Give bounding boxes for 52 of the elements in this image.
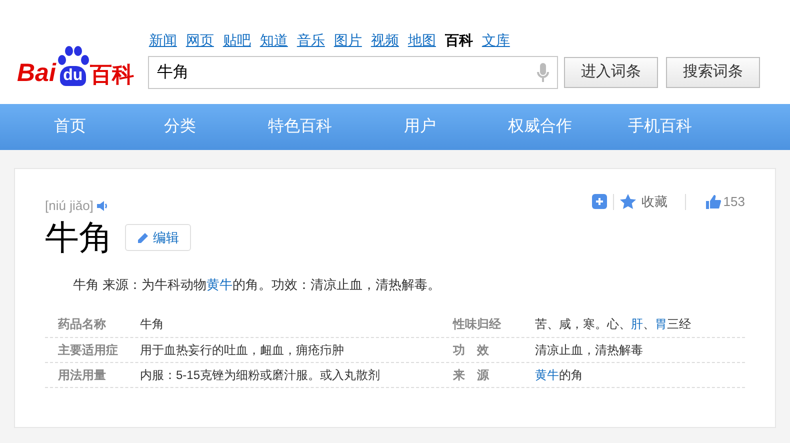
- info-label: 性味归经: [453, 316, 502, 333]
- entry-title: 牛角: [45, 218, 113, 258]
- search-field[interactable]: 牛角: [148, 56, 558, 89]
- info-value: 用于血热妄行的吐血，衄血，痈疮疖肿: [140, 342, 344, 356]
- summary-text: 牛角 来源：为牛科动物黄牛的角。功效：清凉止血，清热解毒。: [73, 276, 441, 292]
- thumbs-up-icon: [706, 194, 722, 209]
- top-link[interactable]: 百科: [444, 30, 473, 50]
- nav-item[interactable]: 首页: [20, 115, 120, 139]
- top-link[interactable]: 地图: [408, 30, 436, 50]
- edit-button[interactable]: 编辑: [125, 224, 191, 251]
- pencil-icon: [137, 232, 149, 244]
- info-label: 来 源: [453, 366, 490, 384]
- top-link[interactable]: 新闻: [148, 30, 177, 50]
- info-label: 用法用量: [57, 366, 107, 384]
- info-value: 苦、咸，寒。心、肝、胃三经: [535, 317, 691, 331]
- link[interactable]: 胃: [655, 317, 667, 331]
- top-link[interactable]: 图片: [334, 30, 362, 50]
- top-link[interactable]: 知道: [260, 30, 288, 50]
- favorite-button[interactable]: 收藏: [620, 192, 668, 212]
- link[interactable]: 肝: [631, 317, 643, 331]
- speaker-icon[interactable]: [97, 200, 108, 211]
- logo-text: Bai: [17, 61, 56, 86]
- info-label: 功 效: [453, 342, 490, 358]
- info-label: 药品名称: [57, 316, 107, 333]
- pinyin: [niú jiǎo]: [45, 197, 94, 215]
- paw-icon: [56, 46, 89, 68]
- nav-item[interactable]: 权威合作: [480, 115, 600, 139]
- search-button[interactable]: 进入词条: [564, 57, 658, 88]
- top-link[interactable]: 视频: [370, 30, 399, 50]
- info-value: 清凉止血，清热解毒: [535, 342, 643, 356]
- nav-item[interactable]: 用户: [360, 115, 480, 139]
- info-label: 主要适用症: [57, 342, 119, 358]
- link[interactable]: 黄牛: [206, 276, 233, 292]
- info-value: 内服：5-15克锉为细粉或磨汁服。或入丸散剂: [140, 368, 380, 382]
- top-link[interactable]: 网页: [186, 30, 214, 50]
- info-value: 牛角: [140, 317, 164, 331]
- nav-item[interactable]: 特色百科: [240, 115, 360, 139]
- top-link[interactable]: 音乐: [296, 30, 325, 50]
- logo-text: 百科: [90, 64, 134, 86]
- logo-text: du: [60, 66, 86, 86]
- info-value: 黄牛的角: [535, 368, 583, 382]
- add-icon[interactable]: [592, 194, 608, 210]
- search-button[interactable]: 搜索词条: [666, 57, 760, 88]
- top-link[interactable]: 文库: [482, 30, 510, 50]
- nav-item[interactable]: 手机百科: [600, 115, 720, 139]
- link[interactable]: 黄牛: [535, 368, 559, 382]
- star-icon: [620, 194, 636, 210]
- top-link[interactable]: 贴吧: [222, 30, 251, 50]
- nav-item[interactable]: 分类: [120, 115, 240, 139]
- baidu-logo[interactable]: Bai du 百科: [17, 40, 134, 86]
- like-button[interactable]: 153: [706, 192, 745, 212]
- microphone-icon[interactable]: [536, 62, 549, 82]
